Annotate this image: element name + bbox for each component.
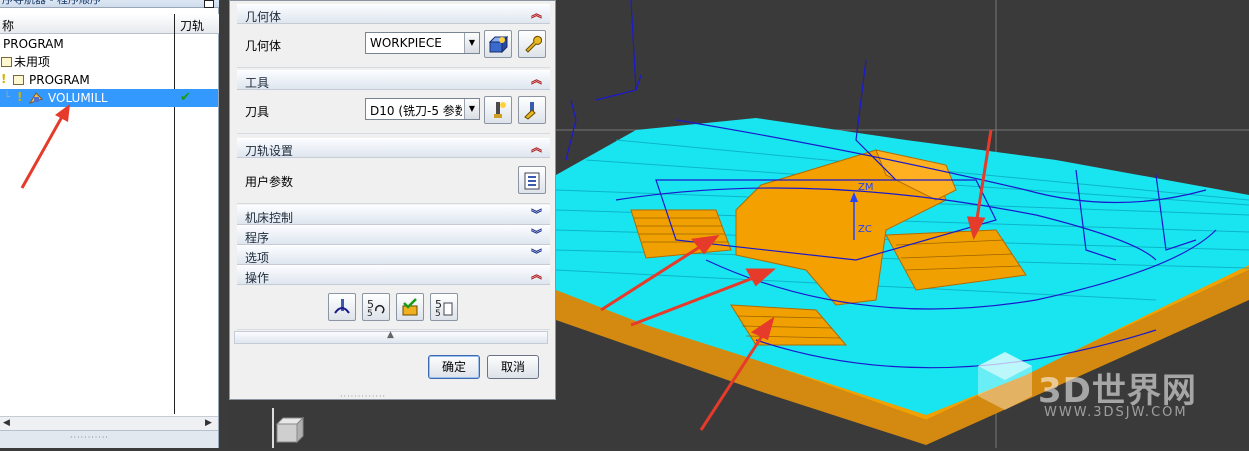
edit-geometry-button[interactable]: [518, 30, 546, 58]
section-title: 选项: [245, 251, 270, 265]
chevron-up-icon[interactable]: ▲: [387, 330, 394, 340]
section-title: 工具: [245, 76, 270, 90]
edit-tool-button[interactable]: [518, 96, 546, 124]
section-title: 几何体: [245, 10, 282, 24]
svg-text:5: 5: [435, 309, 441, 317]
section-toolpath-settings-header[interactable]: 刀轨设置 ︽: [237, 138, 550, 158]
chevron-down-icon[interactable]: ▼: [464, 99, 479, 119]
section-geometry-body: 几何体 WORKPIECE ▼: [237, 25, 550, 68]
replay-icon: 5 5: [367, 298, 385, 317]
section-title: 刀轨设置: [245, 144, 294, 158]
section-program-header[interactable]: 程序 ︾: [237, 225, 550, 245]
cancel-button[interactable]: 取消: [487, 355, 539, 379]
watermark-url: WWW.3DSJW.COM: [1044, 405, 1188, 420]
replay-button[interactable]: 5 5: [362, 293, 390, 321]
tool-select[interactable]: D10 (铣刀-5 参数 ▼: [365, 98, 480, 120]
list-icon: [524, 172, 540, 190]
column-toolpath-header[interactable]: 刀轨: [180, 17, 204, 34]
close-icon[interactable]: [204, 0, 214, 8]
chevron-down-icon[interactable]: ︾: [531, 207, 542, 223]
horizontal-scrollbar[interactable]: ◀ ▶: [0, 416, 218, 430]
new-tool-button[interactable]: [484, 96, 512, 124]
chevron-up-icon[interactable]: ︽: [531, 72, 542, 88]
geometry-label: 几何体: [245, 39, 282, 53]
user-params-button[interactable]: [518, 166, 546, 194]
section-tool-body: 刀具 D10 (铣刀-5 参数 ▼: [237, 91, 550, 134]
section-machine-control-header[interactable]: 机床控制 ︾: [237, 205, 550, 225]
chevron-up-icon[interactable]: ︽: [531, 140, 542, 156]
axis-label-zm: ZM: [858, 182, 873, 193]
navigator-footer: ···········: [0, 430, 218, 448]
annotation-arrow: [20, 104, 70, 189]
section-title: 程序: [245, 231, 270, 245]
section-tool-header[interactable]: 工具 ︽: [237, 70, 550, 90]
svg-text:5: 5: [367, 309, 373, 317]
chevron-down-icon[interactable]: ▼: [464, 33, 479, 53]
toolpath-ok-icon: ✔: [180, 90, 191, 105]
list-toolpath-icon: 5 5: [435, 298, 453, 317]
resize-grip[interactable]: ···········: [70, 433, 109, 442]
chevron-up-icon[interactable]: ︽: [531, 267, 542, 283]
section-operations-header[interactable]: 操作 ︽: [237, 265, 550, 285]
tool-value: D10 (铣刀-5 参数: [370, 104, 462, 118]
viewport-lower-left: [229, 400, 556, 448]
tool-label: 刀具: [245, 105, 270, 119]
section-options-header[interactable]: 选项 ︾: [237, 245, 550, 265]
section-operations-body: 5 5 5 5: [237, 286, 550, 330]
scroll-right-icon[interactable]: ▶: [205, 418, 212, 428]
chevron-up-icon[interactable]: ︽: [531, 6, 542, 22]
geometry-value: WORKPIECE: [370, 36, 442, 50]
new-geometry-button[interactable]: [484, 30, 512, 58]
list-toolpath-button[interactable]: 5 5: [430, 293, 458, 321]
section-title: 操作: [245, 271, 270, 285]
generate-icon: [334, 299, 350, 314]
edit-tool-icon: [524, 102, 536, 120]
view-triad-icon: [272, 408, 305, 448]
section-title: 机床控制: [245, 211, 294, 225]
section-toolpath-settings-body: 用户参数: [237, 159, 550, 204]
collapse-bar[interactable]: ▲: [234, 330, 548, 344]
verify-icon: [402, 298, 418, 316]
geometry-select[interactable]: WORKPIECE ▼: [365, 32, 480, 54]
verify-button[interactable]: [396, 293, 424, 321]
wrench-icon: [525, 35, 542, 53]
ok-button[interactable]: 确定: [428, 355, 480, 379]
new-geometry-icon: [488, 35, 508, 54]
chevron-down-icon[interactable]: ︾: [531, 227, 542, 243]
chevron-down-icon[interactable]: ︾: [531, 247, 542, 263]
generate-button[interactable]: [328, 293, 356, 321]
axis-label-zc: ZC: [858, 224, 872, 235]
section-geometry-header[interactable]: 几何体 ︽: [237, 4, 550, 24]
graphics-viewport[interactable]: ZM ZC 3D世界网 WWW.3DSJW.COM: [556, 0, 1249, 448]
new-tool-icon: [494, 102, 506, 118]
watermark-logo-icon: [978, 352, 1032, 410]
user-params-label: 用户参数: [245, 175, 294, 189]
scroll-left-icon[interactable]: ◀: [3, 418, 10, 428]
